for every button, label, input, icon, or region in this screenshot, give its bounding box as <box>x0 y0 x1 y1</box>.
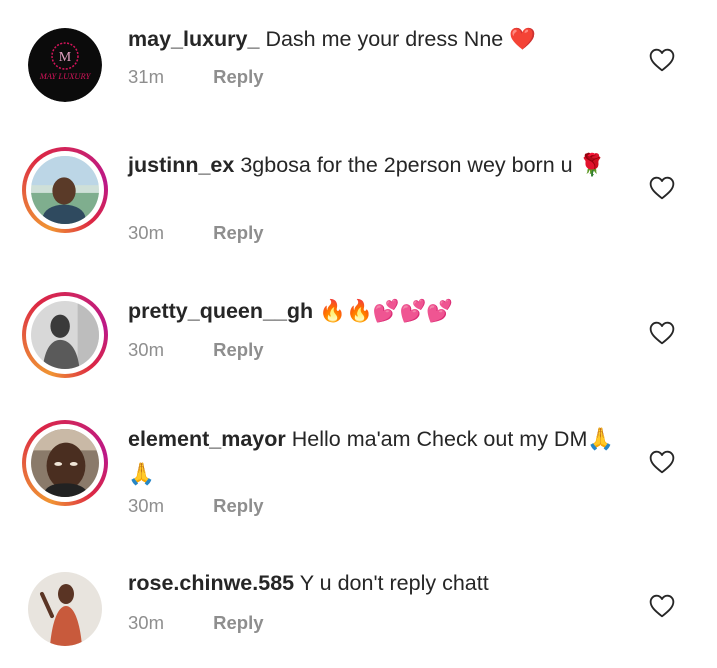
avatar[interactable]: M MAY LUXURY <box>28 28 102 102</box>
comment-body: rose.chinwe.585 Y u don't reply chatt <box>128 566 628 600</box>
comment-timestamp: 30m <box>128 612 164 633</box>
avatar[interactable] <box>28 572 102 646</box>
avatar[interactable] <box>22 147 108 233</box>
comment-meta: 30m Reply <box>128 222 264 244</box>
heart-outline-icon[interactable] <box>649 48 675 72</box>
profile-photo <box>28 572 102 646</box>
comment-username[interactable]: rose.chinwe.585 <box>128 571 294 595</box>
comment-body: pretty_queen__gh 🔥🔥💕💕💕 <box>128 294 628 329</box>
reply-button[interactable]: Reply <box>213 339 263 360</box>
comment-text: 3gbosa for the 2person wey born u <box>240 153 573 177</box>
comment-emoji: ❤️ <box>509 27 537 52</box>
reply-button[interactable]: Reply <box>213 495 263 516</box>
comment-meta: 30m Reply <box>128 495 264 517</box>
comment-timestamp: 30m <box>128 222 164 243</box>
comment-body: may_luxury_ Dash me your dress Nne ❤️ <box>128 22 628 57</box>
brand-letter: M <box>59 50 72 65</box>
comment-username[interactable]: may_luxury_ <box>128 27 259 51</box>
comment-text: Dash me your dress Nne <box>265 27 504 51</box>
profile-photo <box>31 429 99 497</box>
heart-outline-icon[interactable] <box>649 594 675 618</box>
comment-timestamp: 30m <box>128 339 164 360</box>
comment-username[interactable]: pretty_queen__gh <box>128 299 313 323</box>
comment-meta: 30m Reply <box>128 612 264 634</box>
avatar[interactable] <box>22 420 108 506</box>
reply-button[interactable]: Reply <box>213 66 263 87</box>
comment-emoji: 🔥🔥💕💕💕 <box>319 299 454 324</box>
brand-logo-icon: M MAY LUXURY <box>28 28 102 102</box>
comment-text: Hello ma'am Check out my DM <box>291 427 588 451</box>
comment-emoji: 🌹 <box>578 153 606 178</box>
avatar[interactable] <box>22 292 108 378</box>
comment-timestamp: 30m <box>128 495 164 516</box>
brand-name: MAY LUXURY <box>39 71 92 81</box>
profile-photo <box>31 156 99 224</box>
reply-button[interactable]: Reply <box>213 222 263 243</box>
heart-outline-icon[interactable] <box>649 450 675 474</box>
heart-outline-icon[interactable] <box>649 176 675 200</box>
comment-username[interactable]: element_mayor <box>128 427 286 451</box>
heart-outline-icon[interactable] <box>649 321 675 345</box>
comment-text: Y u don't reply chatt <box>299 571 489 595</box>
comment-username[interactable]: justinn_ex <box>128 153 234 177</box>
reply-button[interactable]: Reply <box>213 612 263 633</box>
comment-timestamp: 31m <box>128 66 164 87</box>
comment-meta: 31m Reply <box>128 66 264 88</box>
comment-meta: 30m Reply <box>128 339 264 361</box>
comment-body: element_mayor Hello ma'am Check out my D… <box>128 422 628 492</box>
comment-body: justinn_ex 3gbosa for the 2person wey bo… <box>128 148 628 183</box>
profile-photo <box>31 301 99 369</box>
